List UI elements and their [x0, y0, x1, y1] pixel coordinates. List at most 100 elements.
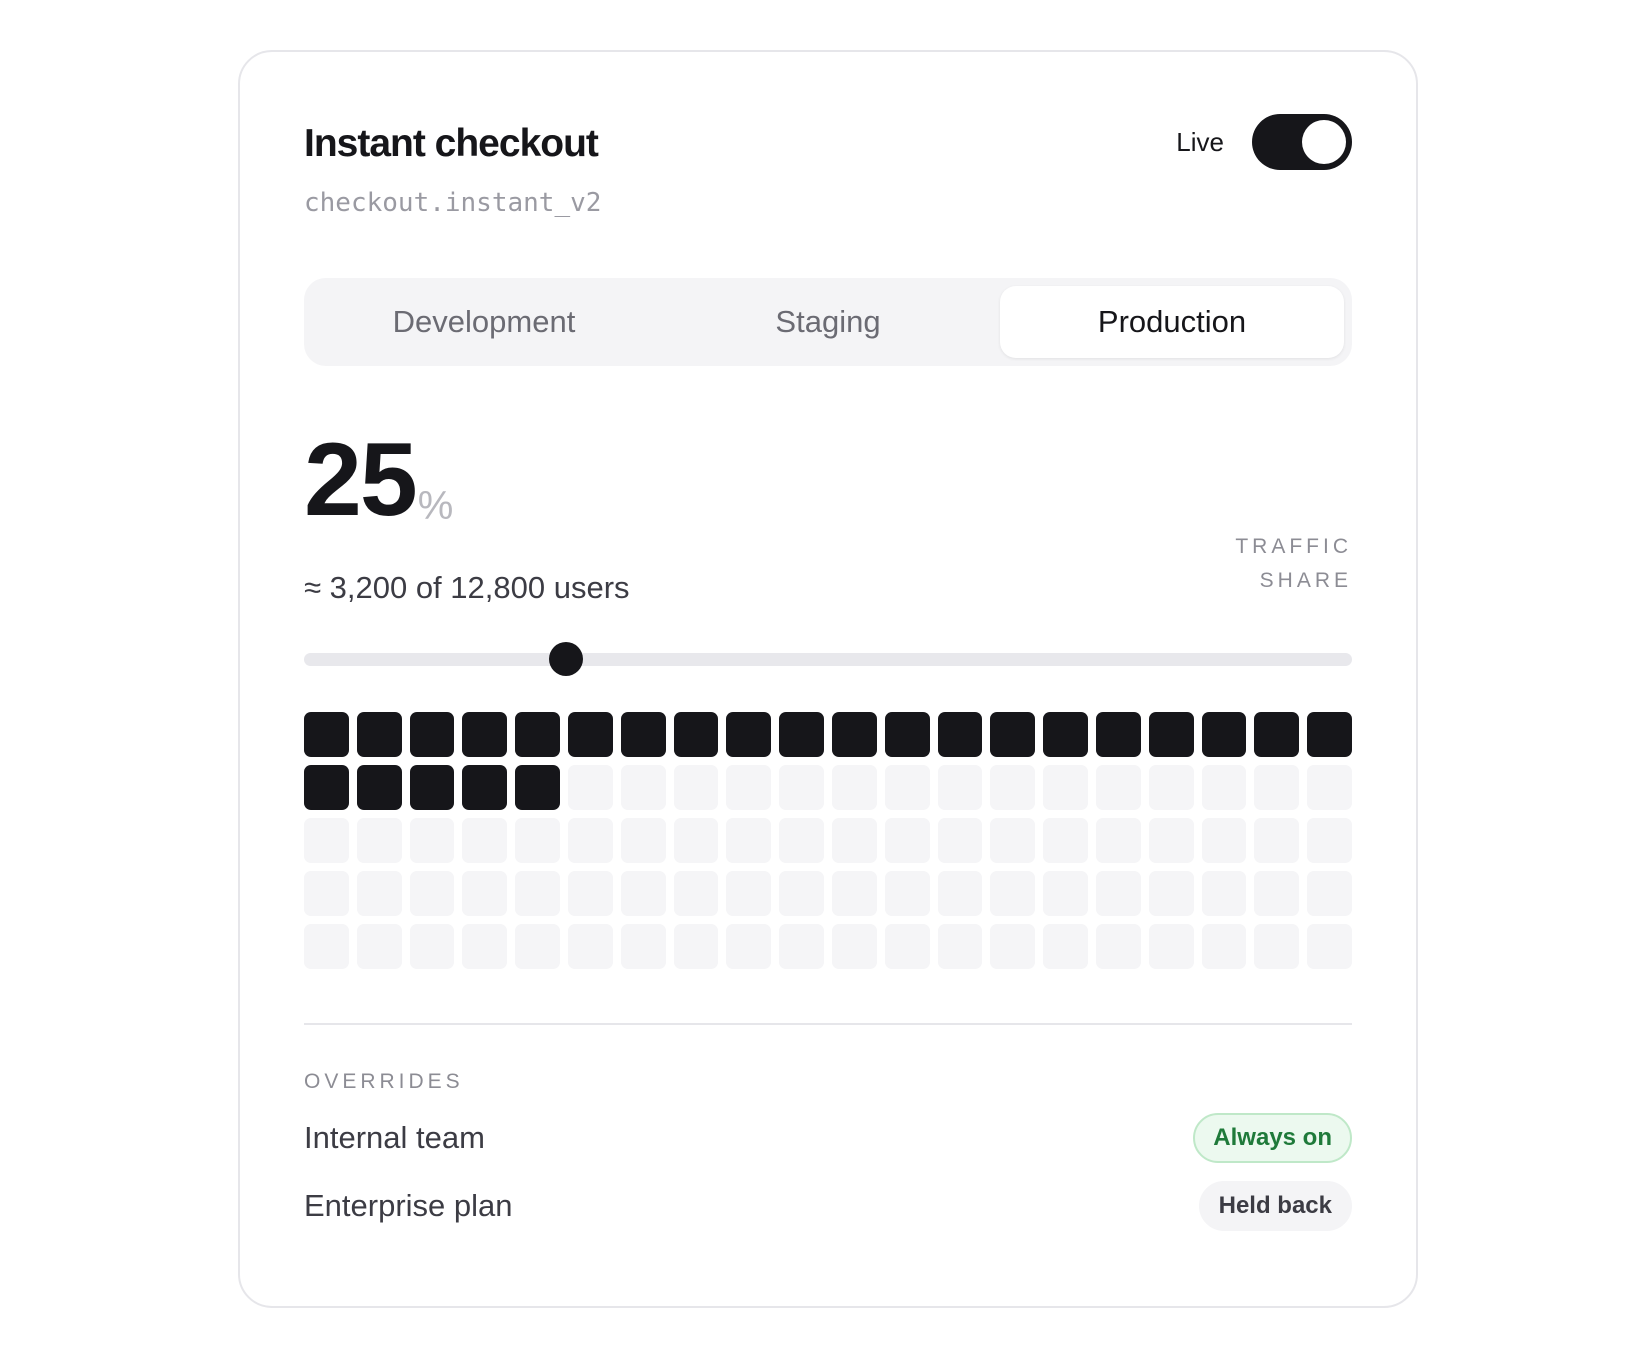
traffic-label-line2: SHARE [1259, 569, 1352, 592]
grid-cell-filled [990, 712, 1036, 757]
percent-unit: % [417, 484, 454, 528]
grid-cell-empty [990, 818, 1036, 863]
grid-cell-empty [779, 818, 824, 863]
live-toggle[interactable] [1252, 114, 1352, 170]
grid-cell-empty [990, 924, 1036, 969]
grid-cell-empty [884, 765, 930, 810]
grid-cell-empty [726, 924, 772, 969]
grid-cell-empty [673, 818, 719, 863]
grid-cell-empty [990, 871, 1036, 916]
grid-cell-empty [409, 818, 455, 863]
grid-cell-empty [884, 818, 930, 863]
grid-cell-filled [1043, 712, 1088, 757]
slider-track[interactable] [304, 653, 1352, 666]
grid-cell-filled [567, 712, 613, 757]
grid-cell-empty [1043, 818, 1088, 863]
grid-cell-filled [409, 765, 455, 810]
grid-cell-filled [1254, 712, 1300, 757]
tab-development[interactable]: Development [312, 286, 656, 358]
flag-key: checkout.instant_v2 [304, 188, 602, 218]
grid-cell-filled [304, 712, 349, 757]
grid-cell-empty [1254, 924, 1300, 969]
grid-cell-empty [620, 818, 666, 863]
grid-cell-empty [567, 765, 613, 810]
grid-cell-filled [462, 765, 508, 810]
slider-thumb[interactable] [549, 642, 583, 676]
grid-cell-empty [304, 818, 349, 863]
grid-cell-filled [515, 712, 560, 757]
grid-cell-empty [831, 818, 877, 863]
rollout-percentage: 25 % [304, 428, 453, 532]
grid-cell-empty [831, 924, 877, 969]
grid-cell-empty [673, 924, 719, 969]
grid-cell-empty [831, 871, 877, 916]
grid-cell-filled [726, 712, 772, 757]
grid-cell-empty [1043, 924, 1088, 969]
grid-cell-empty [726, 765, 772, 810]
grid-cell-empty [409, 924, 455, 969]
grid-cell-empty [462, 924, 508, 969]
grid-cell-filled [779, 712, 824, 757]
grid-cell-empty [304, 924, 349, 969]
grid-cell-filled [304, 765, 349, 810]
grid-cell-empty [515, 818, 560, 863]
grid-cell-empty [831, 765, 877, 810]
grid-cell-empty [1254, 871, 1300, 916]
grid-cell-empty [304, 871, 349, 916]
tab-production[interactable]: Production [1000, 286, 1344, 358]
grid-cell-empty [1043, 871, 1088, 916]
grid-cell-empty [462, 871, 508, 916]
grid-cell-empty [884, 924, 930, 969]
grid-cell-filled [356, 712, 402, 757]
grid-cell-filled [1307, 712, 1352, 757]
traffic-share-label: TRAFFIC SHARE [1152, 530, 1352, 598]
grid-cell-empty [620, 871, 666, 916]
grid-cell-empty [884, 871, 930, 916]
grid-cell-empty [515, 871, 560, 916]
grid-cell-filled [356, 765, 402, 810]
grid-cell-filled [937, 712, 983, 757]
held-back-badge[interactable]: Held back [1198, 1181, 1352, 1231]
grid-cell-filled [462, 712, 508, 757]
grid-cell-empty [779, 765, 824, 810]
grid-cell-empty [673, 871, 719, 916]
grid-cell-empty [1254, 818, 1300, 863]
grid-cell-empty [1148, 818, 1194, 863]
grid-cell-empty [1201, 871, 1247, 916]
grid-cell-filled [831, 712, 877, 757]
grid-cell-empty [409, 871, 455, 916]
grid-cell-empty [567, 924, 613, 969]
grid-cell-empty [1201, 924, 1247, 969]
grid-cell-empty [356, 871, 402, 916]
toggle-knob [1302, 120, 1346, 164]
grid-cell-filled [673, 712, 719, 757]
grid-cell-filled [1095, 712, 1141, 757]
grid-cell-empty [673, 765, 719, 810]
grid-cell-empty [1148, 924, 1194, 969]
flag-title: Instant checkout [304, 122, 599, 165]
grid-cell-empty [1095, 765, 1141, 810]
always-on-badge[interactable]: Always on [1193, 1113, 1352, 1163]
rollout-slider[interactable] [304, 627, 1352, 691]
override-name: Internal team [304, 1120, 485, 1155]
grid-cell-empty [1148, 765, 1194, 810]
feature-flag-card: Instant checkout checkout.instant_v2 Liv… [238, 50, 1418, 1308]
grid-cell-empty [1201, 765, 1247, 810]
grid-cell-empty [937, 765, 983, 810]
grid-cell-empty [937, 818, 983, 863]
grid-cell-empty [1043, 765, 1088, 810]
grid-cell-empty [990, 765, 1036, 810]
live-label: Live [1176, 126, 1224, 157]
grid-cell-filled [409, 712, 455, 757]
grid-cell-empty [356, 924, 402, 969]
grid-cell-empty [620, 765, 666, 810]
grid-cell-empty [356, 818, 402, 863]
override-name: Enterprise plan [304, 1188, 513, 1223]
grid-cell-filled [515, 765, 560, 810]
grid-cell-empty [779, 924, 824, 969]
grid-cell-empty [567, 871, 613, 916]
tab-staging[interactable]: Staging [656, 286, 1000, 358]
divider [304, 1023, 1352, 1025]
environment-tabs: Development Staging Production [304, 278, 1352, 366]
traffic-label-line1: TRAFFIC [1235, 535, 1352, 558]
